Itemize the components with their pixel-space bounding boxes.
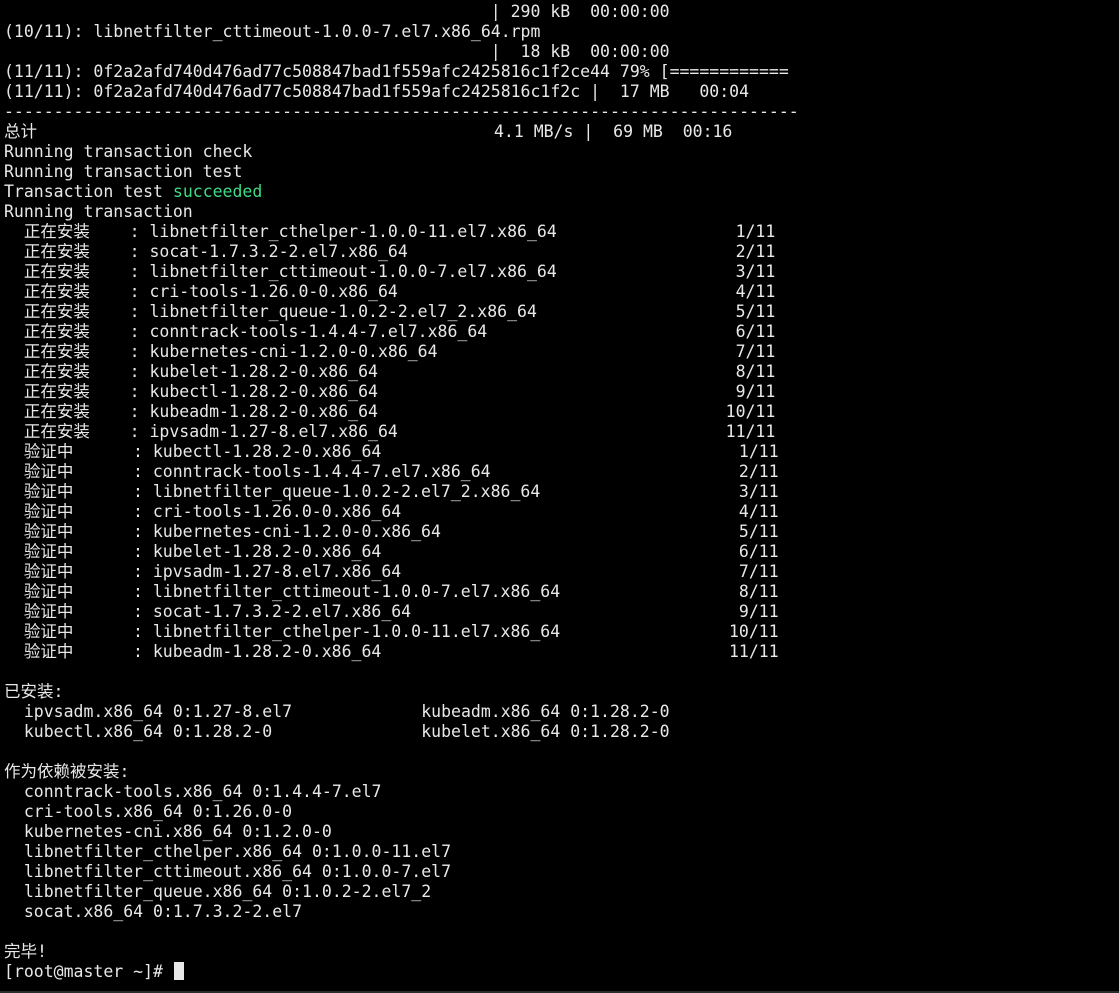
output-text: (11/11): 0f2a2afd740d476ad77c508847bad1f…: [4, 82, 750, 101]
output-text: libnetfilter_cthelper.x86_64 0:1.0.0-11.…: [4, 842, 452, 861]
output-text: 验证中 : kubeadm-1.28.2-0.x86_64 11/11: [4, 642, 779, 661]
output-line: 验证中 : ipvsadm-1.27-8.el7.x86_64 7/11: [4, 562, 1119, 582]
output-text: 正在安装 : kubeadm-1.28.2-0.x86_64 10/11: [4, 402, 776, 421]
output-line: 正在安装 : kubeadm-1.28.2-0.x86_64 10/11: [4, 402, 1119, 422]
output-line: (11/11): 0f2a2afd740d476ad77c508847bad1f…: [4, 62, 1119, 82]
output-line: 验证中 : libnetfilter_cttimeout-1.0.0-7.el7…: [4, 582, 1119, 602]
status-succeeded: succeeded: [172, 182, 263, 201]
output-line: 正在安装 : socat-1.7.3.2-2.el7.x86_64 2/11: [4, 242, 1119, 262]
output-line: libnetfilter_queue.x86_64 0:1.0.2-2.el7_…: [4, 882, 1119, 902]
output-text: kubernetes-cni.x86_64 0:1.2.0-0: [4, 822, 332, 841]
output-text: 正在安装 : libnetfilter_cttimeout-1.0.0-7.el…: [4, 262, 776, 281]
output-text: 正在安装 : kubectl-1.28.2-0.x86_64 9/11: [4, 382, 776, 401]
output-line: cri-tools.x86_64 0:1.26.0-0: [4, 802, 1119, 822]
output-text: | 290 kB 00:00:00: [4, 2, 670, 21]
terminal-output: | 290 kB 00:00:00 (10/11): libnetfilter_c…: [4, 2, 1119, 962]
output-text: Transaction test: [4, 182, 173, 201]
output-text: (11/11): 0f2a2afd740d476ad77c508847bad1f…: [4, 62, 789, 81]
output-line: | 18 kB 00:00:00: [4, 42, 1119, 62]
output-line: kubernetes-cni.x86_64 0:1.2.0-0: [4, 822, 1119, 842]
output-line: socat.x86_64 0:1.7.3.2-2.el7: [4, 902, 1119, 922]
output-line: 验证中 : kubelet-1.28.2-0.x86_64 6/11: [4, 542, 1119, 562]
output-line: 验证中 : socat-1.7.3.2-2.el7.x86_64 9/11: [4, 602, 1119, 622]
output-line: kubectl.x86_64 0:1.28.2-0 kubelet.x86_64…: [4, 722, 1119, 742]
output-line: 验证中 : kubernetes-cni-1.2.0-0.x86_64 5/11: [4, 522, 1119, 542]
output-line: 作为依赖被安装:: [4, 762, 1119, 782]
output-text: 完毕!: [4, 942, 47, 961]
output-line: Running transaction test: [4, 162, 1119, 182]
output-line: libnetfilter_cttimeout.x86_64 0:1.0.0-7.…: [4, 862, 1119, 882]
output-line: 正在安装 : kubelet-1.28.2-0.x86_64 8/11: [4, 362, 1119, 382]
output-line: 正在安装 : libnetfilter_cttimeout-1.0.0-7.el…: [4, 262, 1119, 282]
output-text: ipvsadm.x86_64 0:1.27-8.el7 kubeadm.x86_…: [4, 702, 670, 721]
output-line: Running transaction: [4, 202, 1119, 222]
output-line: 验证中 : libnetfilter_queue-1.0.2-2.el7_2.x…: [4, 482, 1119, 502]
output-text: 验证中 : kubelet-1.28.2-0.x86_64 6/11: [4, 542, 779, 561]
output-text: 验证中 : cri-tools-1.26.0-0.x86_64 4/11: [4, 502, 779, 521]
output-text: 验证中 : conntrack-tools-1.4.4-7.el7.x86_64…: [4, 462, 779, 481]
output-line: 正在安装 : cri-tools-1.26.0-0.x86_64 4/11: [4, 282, 1119, 302]
output-text: 验证中 : ipvsadm-1.27-8.el7.x86_64 7/11: [4, 562, 779, 581]
output-line: 正在安装 : kubernetes-cni-1.2.0-0.x86_64 7/1…: [4, 342, 1119, 362]
output-text: libnetfilter_cttimeout.x86_64 0:1.0.0-7.…: [4, 862, 452, 881]
output-text: 正在安装 : ipvsadm-1.27-8.el7.x86_64 11/11: [4, 422, 776, 441]
output-line: 验证中 : kubectl-1.28.2-0.x86_64 1/11: [4, 442, 1119, 462]
output-text: 正在安装 : libnetfilter_cthelper-1.0.0-11.el…: [4, 222, 776, 241]
output-text: (10/11): libnetfilter_cttimeout-1.0.0-7.…: [4, 22, 541, 41]
output-line: 完毕!: [4, 942, 1119, 962]
output-text: 总计 4.1 MB/s | 69 MB 00:16: [4, 122, 733, 141]
output-text: Running transaction: [4, 202, 193, 221]
output-line: 验证中 : conntrack-tools-1.4.4-7.el7.x86_64…: [4, 462, 1119, 482]
output-text: 验证中 : libnetfilter_queue-1.0.2-2.el7_2.x…: [4, 482, 779, 501]
output-text: 作为依赖被安装:: [4, 762, 130, 781]
output-text: conntrack-tools.x86_64 0:1.4.4-7.el7: [4, 782, 382, 801]
output-line: 正在安装 : ipvsadm-1.27-8.el7.x86_64 11/11: [4, 422, 1119, 442]
output-line: 正在安装 : libnetfilter_queue-1.0.2-2.el7_2.…: [4, 302, 1119, 322]
output-text: 验证中 : socat-1.7.3.2-2.el7.x86_64 9/11: [4, 602, 779, 621]
output-text: cri-tools.x86_64 0:1.26.0-0: [4, 802, 293, 821]
output-line: Transaction test succeeded: [4, 182, 1119, 202]
output-text: 验证中 : libnetfilter_cttimeout-1.0.0-7.el7…: [4, 582, 779, 601]
output-line: ipvsadm.x86_64 0:1.27-8.el7 kubeadm.x86_…: [4, 702, 1119, 722]
output-line: libnetfilter_cthelper.x86_64 0:1.0.0-11.…: [4, 842, 1119, 862]
text-cursor: [173, 962, 184, 980]
terminal-window[interactable]: | 290 kB 00:00:00 (10/11): libnetfilter_c…: [0, 0, 1119, 993]
output-text: 已安装:: [4, 682, 64, 701]
output-text: kubectl.x86_64 0:1.28.2-0 kubelet.x86_64…: [4, 722, 670, 741]
output-line: Running transaction check: [4, 142, 1119, 162]
output-text: 正在安装 : socat-1.7.3.2-2.el7.x86_64 2/11: [4, 242, 776, 261]
output-line: | 290 kB 00:00:00: [4, 2, 1119, 22]
output-text: Running transaction check: [4, 142, 253, 161]
output-text: 正在安装 : kubelet-1.28.2-0.x86_64 8/11: [4, 362, 776, 381]
output-line: 验证中 : cri-tools-1.26.0-0.x86_64 4/11: [4, 502, 1119, 522]
output-line: 验证中 : kubeadm-1.28.2-0.x86_64 11/11: [4, 642, 1119, 662]
output-line: 正在安装 : kubectl-1.28.2-0.x86_64 9/11: [4, 382, 1119, 402]
output-text: 验证中 : libnetfilter_cthelper-1.0.0-11.el7…: [4, 622, 779, 641]
output-text: Running transaction test: [4, 162, 243, 181]
output-text: socat.x86_64 0:1.7.3.2-2.el7: [4, 902, 303, 921]
output-line: (10/11): libnetfilter_cttimeout-1.0.0-7.…: [4, 22, 1119, 42]
output-text: 正在安装 : kubernetes-cni-1.2.0-0.x86_64 7/1…: [4, 342, 776, 361]
prompt-line[interactable]: [root@master ~]#: [4, 962, 1119, 982]
output-line: ----------------------------------------…: [4, 102, 1119, 122]
output-line: conntrack-tools.x86_64 0:1.4.4-7.el7: [4, 782, 1119, 802]
output-text: | 18 kB 00:00:00: [4, 42, 670, 61]
output-line: (11/11): 0f2a2afd740d476ad77c508847bad1f…: [4, 82, 1119, 102]
output-text: 验证中 : kubectl-1.28.2-0.x86_64 1/11: [4, 442, 779, 461]
output-line: 正在安装 : conntrack-tools-1.4.4-7.el7.x86_6…: [4, 322, 1119, 342]
output-text: 验证中 : kubernetes-cni-1.2.0-0.x86_64 5/11: [4, 522, 779, 541]
output-line: 总计 4.1 MB/s | 69 MB 00:16: [4, 122, 1119, 142]
output-text: libnetfilter_queue.x86_64 0:1.0.2-2.el7_…: [4, 882, 432, 901]
output-line: 验证中 : libnetfilter_cthelper-1.0.0-11.el7…: [4, 622, 1119, 642]
output-text: ----------------------------------------…: [4, 102, 799, 121]
output-text: 正在安装 : conntrack-tools-1.4.4-7.el7.x86_6…: [4, 322, 776, 341]
output-text: 正在安装 : libnetfilter_queue-1.0.2-2.el7_2.…: [4, 302, 776, 321]
shell-prompt: [root@master ~]#: [4, 962, 173, 981]
output-line: 正在安装 : libnetfilter_cthelper-1.0.0-11.el…: [4, 222, 1119, 242]
output-line: 已安装:: [4, 682, 1119, 702]
output-text: 正在安装 : cri-tools-1.26.0-0.x86_64 4/11: [4, 282, 776, 301]
